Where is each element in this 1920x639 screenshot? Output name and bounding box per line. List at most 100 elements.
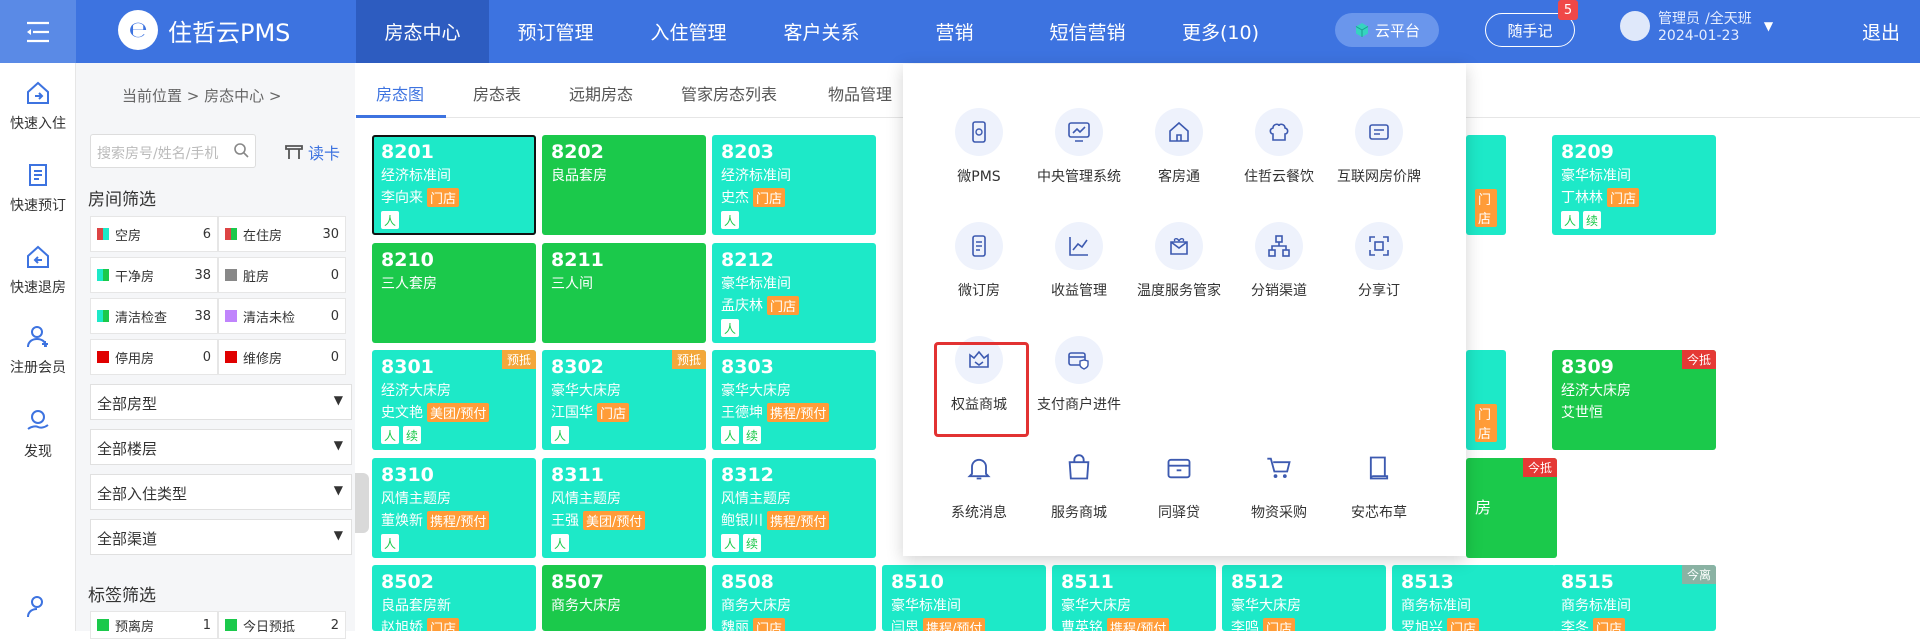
cloud-platform-button[interactable]: 云平台 (1335, 13, 1439, 47)
filter-disabled[interactable]: 停用房 0 (90, 339, 218, 375)
renew-icon: 续 (403, 426, 421, 444)
app-central-management[interactable]: 中央管理系统 (1029, 108, 1129, 186)
room-card-8515[interactable]: 8515 商务标准间 李冬 门店 今离 (1552, 565, 1716, 631)
nav-booking-management[interactable]: 预订管理 (489, 0, 622, 63)
room-card-8502[interactable]: 8502 良品套房新 赵旭娇 门店 (372, 565, 536, 631)
filter-label: 在住房 (243, 228, 283, 244)
room-number: 8513 (1401, 571, 1454, 593)
room-type-select[interactable]: 全部房型 ▼ (90, 384, 352, 420)
notes-button[interactable]: 随手记 5 (1485, 0, 1578, 47)
tab-item-management[interactable]: 物品管理 (828, 81, 892, 105)
room-card-partial[interactable]: 门店 (1466, 350, 1506, 450)
room-card-8302[interactable]: 8302 豪华大床房 江国华 门店人预抵 (542, 350, 706, 450)
channel-select[interactable]: 全部渠道 ▼ (90, 519, 352, 555)
app-warm-service[interactable]: 温度服务管家 (1129, 222, 1229, 300)
nav-sms-marketing[interactable]: 短信营销 (1021, 0, 1154, 63)
floor-select[interactable]: 全部楼层 ▼ (90, 429, 352, 465)
room-card-8510[interactable]: 8510 豪华标准间 闫思 携程/预付 (882, 565, 1046, 631)
app-wei-booking[interactable]: 微订房 (929, 222, 1029, 300)
app-label: 收益管理 (1051, 283, 1107, 299)
room-guest: 江国华 门店 (551, 402, 697, 422)
room-card-8201[interactable]: 8201 经济标准间 李向来 门店人 (372, 135, 536, 235)
app-zhuzhe-catering[interactable]: 住哲云餐饮 (1229, 108, 1329, 186)
chevron-down-icon: ▼ (333, 483, 343, 497)
room-card-8210[interactable]: 8210 三人套房 (372, 243, 536, 343)
app-tongyi-loan[interactable]: 同驿贷 (1129, 444, 1229, 522)
filter-count: 38 (194, 308, 211, 324)
filter-repair[interactable]: 维修房 0 (218, 339, 346, 375)
room-number: 8511 (1061, 571, 1114, 593)
room-card-8209[interactable]: 8209 豪华标准间 丁林林 门店人续 (1552, 135, 1716, 235)
app-anxin-linen[interactable]: 安芯布草 (1329, 444, 1429, 522)
room-card-8309[interactable]: 8309 经济大床房 艾世恒 今抵 (1552, 350, 1716, 450)
read-card-button[interactable]: 读卡 (284, 140, 340, 164)
menu-toggle-button[interactable] (0, 0, 76, 63)
room-card-8508[interactable]: 8508 商务大床房 魏丽 门店 (712, 565, 876, 631)
room-card-partial[interactable]: 门店 (1466, 135, 1506, 235)
room-card-8513[interactable]: 8513 商务标准间 罗旭兴 门店 (1392, 565, 1556, 631)
room-card-8512[interactable]: 8512 豪华大床房 李鸣 门店 (1222, 565, 1386, 631)
filter-clean[interactable]: 干净房 38 (90, 257, 218, 293)
logo[interactable]: ℮ 住哲云PMS (118, 10, 290, 50)
room-card-8212[interactable]: 8212 豪华标准间 孟庆林 门店人 (712, 243, 876, 343)
app-internet-price-board[interactable]: 互联网房价牌 (1329, 108, 1429, 186)
rail-quick-booking[interactable]: 快速预订 (0, 161, 76, 215)
room-card-8301[interactable]: 8301 经济大床房 史文艳 美团/预付人续预抵 (372, 350, 536, 450)
app-kefangtong[interactable]: 客房通 (1129, 108, 1229, 186)
tab-forward-status[interactable]: 远期房态 (569, 81, 633, 105)
tab-room-map[interactable]: 房态图 (376, 81, 424, 105)
room-card-8511[interactable]: 8511 豪华大床房 曹英铭 携程/预付 (1052, 565, 1216, 631)
rail-quick-checkin[interactable]: 快速入住 (0, 79, 76, 133)
tab-room-table[interactable]: 房态表 (473, 81, 521, 105)
caret-down-icon: ▼ (1763, 19, 1774, 33)
app-distribution-channel[interactable]: 分销渠道 (1229, 222, 1329, 300)
filter-cleaning-checked[interactable]: 清洁检查 38 (90, 298, 218, 334)
app-label: 微订房 (958, 283, 1000, 299)
app-wei-pms[interactable]: 微PMS (929, 108, 1029, 186)
room-card-8303[interactable]: 8303 豪华大床房 王德坤 携程/预付人续 (712, 350, 876, 450)
user-menu[interactable]: 管理员 /全天班 2024-01-23 ▼ (1620, 8, 1773, 44)
sidebar-collapse-handle[interactable] (355, 473, 369, 533)
nav-checkin-management[interactable]: 入住管理 (622, 0, 755, 63)
search-icon[interactable] (233, 142, 249, 158)
search-input[interactable]: 搜索房号/姓名/手机 (90, 134, 256, 168)
room-card-8203[interactable]: 8203 经济标准间 史杰 门店人 (712, 135, 876, 235)
rail-quick-checkout[interactable]: 快速退房 (0, 243, 76, 297)
room-number: 8209 (1561, 141, 1614, 163)
app-service-mall[interactable]: 服务商城 (1029, 444, 1129, 522)
app-label: 分销渠道 (1251, 283, 1307, 299)
room-card-8507[interactable]: 8507 商务大床房 (542, 565, 706, 631)
filter-dirty[interactable]: 脏房 0 (218, 257, 346, 293)
room-corner-badge: 预抵 (501, 350, 536, 369)
app-payment-merchant[interactable]: 支付商户进件 (1029, 336, 1129, 414)
app-share-booking[interactable]: 分享订 (1329, 222, 1429, 300)
room-card-8310[interactable]: 8310 风情主题房 董焕新 携程/预付人 (372, 458, 536, 558)
room-card-8202[interactable]: 8202 良品套房 (542, 135, 706, 235)
app-material-purchase[interactable]: 物资采购 (1229, 444, 1329, 522)
room-card-partial[interactable]: 房 今抵 (1466, 458, 1557, 558)
tag-filter-departing[interactable]: 预离房 1 (90, 611, 218, 639)
filter-vacant[interactable]: 空房 6 (90, 216, 218, 252)
tag-filter-arriving[interactable]: 今日预抵 2 (218, 611, 346, 639)
room-card-8311[interactable]: 8311 风情主题房 王强 美团/预付人 (542, 458, 706, 558)
room-card-8312[interactable]: 8312 风情主题房 鲍银川 携程/预付人续 (712, 458, 876, 558)
nav-customer-relations[interactable]: 客户关系 (755, 0, 888, 63)
rail-user-switch[interactable] (0, 593, 76, 621)
app-label: 支付商户进件 (1037, 397, 1121, 413)
rail-register-member[interactable]: 注册会员 (0, 323, 76, 377)
nav-room-status-center[interactable]: 房态中心 (356, 0, 489, 63)
tab-housekeeping-list[interactable]: 管家房态列表 (681, 81, 777, 105)
app-system-messages[interactable]: 系统消息 (929, 444, 1029, 522)
nav-marketing[interactable]: 营销 (888, 0, 1021, 63)
room-card-8211[interactable]: 8211 三人间 (542, 243, 706, 343)
rail-label: 注册会员 (10, 360, 66, 376)
app-revenue-management[interactable]: 收益管理 (1029, 222, 1129, 300)
gift-heart-icon (1155, 222, 1203, 270)
logout-button[interactable]: 退出 (1862, 18, 1900, 45)
filter-cleaning-unchecked[interactable]: 清洁未检 0 (218, 298, 346, 334)
checkin-type-select[interactable]: 全部入住类型 ▼ (90, 474, 352, 510)
guest-name: 史文艳 (381, 405, 423, 421)
filter-occupied[interactable]: 在住房 30 (218, 216, 346, 252)
rail-discover[interactable]: 发现 (0, 407, 76, 461)
nav-more[interactable]: 更多(10) (1154, 0, 1287, 63)
